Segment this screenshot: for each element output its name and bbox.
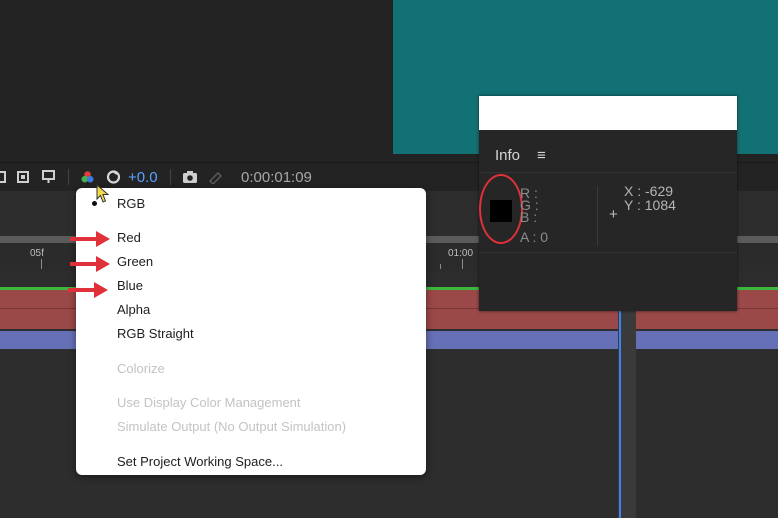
reset-exposure-icon[interactable]	[106, 170, 121, 184]
menu-item-rgb-straight[interactable]: RGB Straight	[117, 326, 194, 341]
region-of-interest-icon[interactable]	[0, 171, 6, 183]
camera-snapshot-icon[interactable]	[182, 170, 197, 184]
coordinate-y: Y : 1084	[624, 197, 676, 213]
toolbar-divider	[170, 169, 171, 185]
show-channel-icon[interactable]	[80, 170, 95, 184]
ruler-tick	[462, 259, 463, 269]
coordinate-x: X : -629	[624, 183, 674, 199]
annotation-arrow-icon	[70, 256, 110, 272]
ruler-label: 05f	[30, 248, 44, 259]
menu-item-rgb[interactable]: RGB	[117, 196, 145, 211]
guides-options-icon[interactable]	[41, 170, 56, 184]
info-panel-tab-strip	[479, 96, 737, 130]
channel-b: B :	[520, 209, 538, 225]
mouse-cursor-icon	[96, 184, 110, 203]
playhead-line[interactable]	[619, 291, 621, 518]
show-snapshot-icon[interactable]	[207, 170, 223, 186]
info-panel-title[interactable]: Info	[495, 147, 520, 164]
ruler-tick	[41, 259, 42, 269]
exposure-value[interactable]: +0.0	[128, 169, 158, 186]
annotation-arrow-icon	[68, 282, 108, 298]
menu-item-blue[interactable]: Blue	[117, 278, 143, 293]
info-panel: Info ≡ R : G : B : A : 0 + X : -629 Y : …	[479, 96, 737, 311]
ruler-label: 01:00	[448, 248, 474, 259]
show-channel-menu: RGB Red Green Blue Alpha RGB Straight Co…	[76, 188, 426, 475]
toolbar-divider	[68, 169, 69, 185]
menu-item-display-color-management: Use Display Color Management	[117, 395, 301, 410]
annotation-arrow-icon	[70, 231, 110, 247]
menu-item-red[interactable]: Red	[117, 230, 141, 245]
divider	[479, 172, 737, 173]
channel-a: A : 0	[520, 229, 549, 245]
transparency-grid-icon[interactable]	[17, 171, 29, 183]
crosshair-icon: +	[609, 206, 618, 223]
menu-item-colorize: Colorize	[117, 361, 165, 376]
hamburger-icon[interactable]: ≡	[537, 147, 546, 164]
divider	[597, 186, 598, 246]
menu-item-green[interactable]: Green	[117, 254, 153, 269]
menu-item-simulate-output: Simulate Output (No Output Simulation)	[117, 419, 347, 434]
menu-item-set-working-space[interactable]: Set Project Working Space...	[117, 454, 283, 469]
current-time-display[interactable]: 0:00:01:09	[241, 169, 312, 186]
ruler-tick	[440, 264, 441, 269]
annotation-circle	[479, 174, 523, 244]
divider	[479, 252, 737, 253]
menu-item-alpha[interactable]: Alpha	[117, 302, 150, 317]
